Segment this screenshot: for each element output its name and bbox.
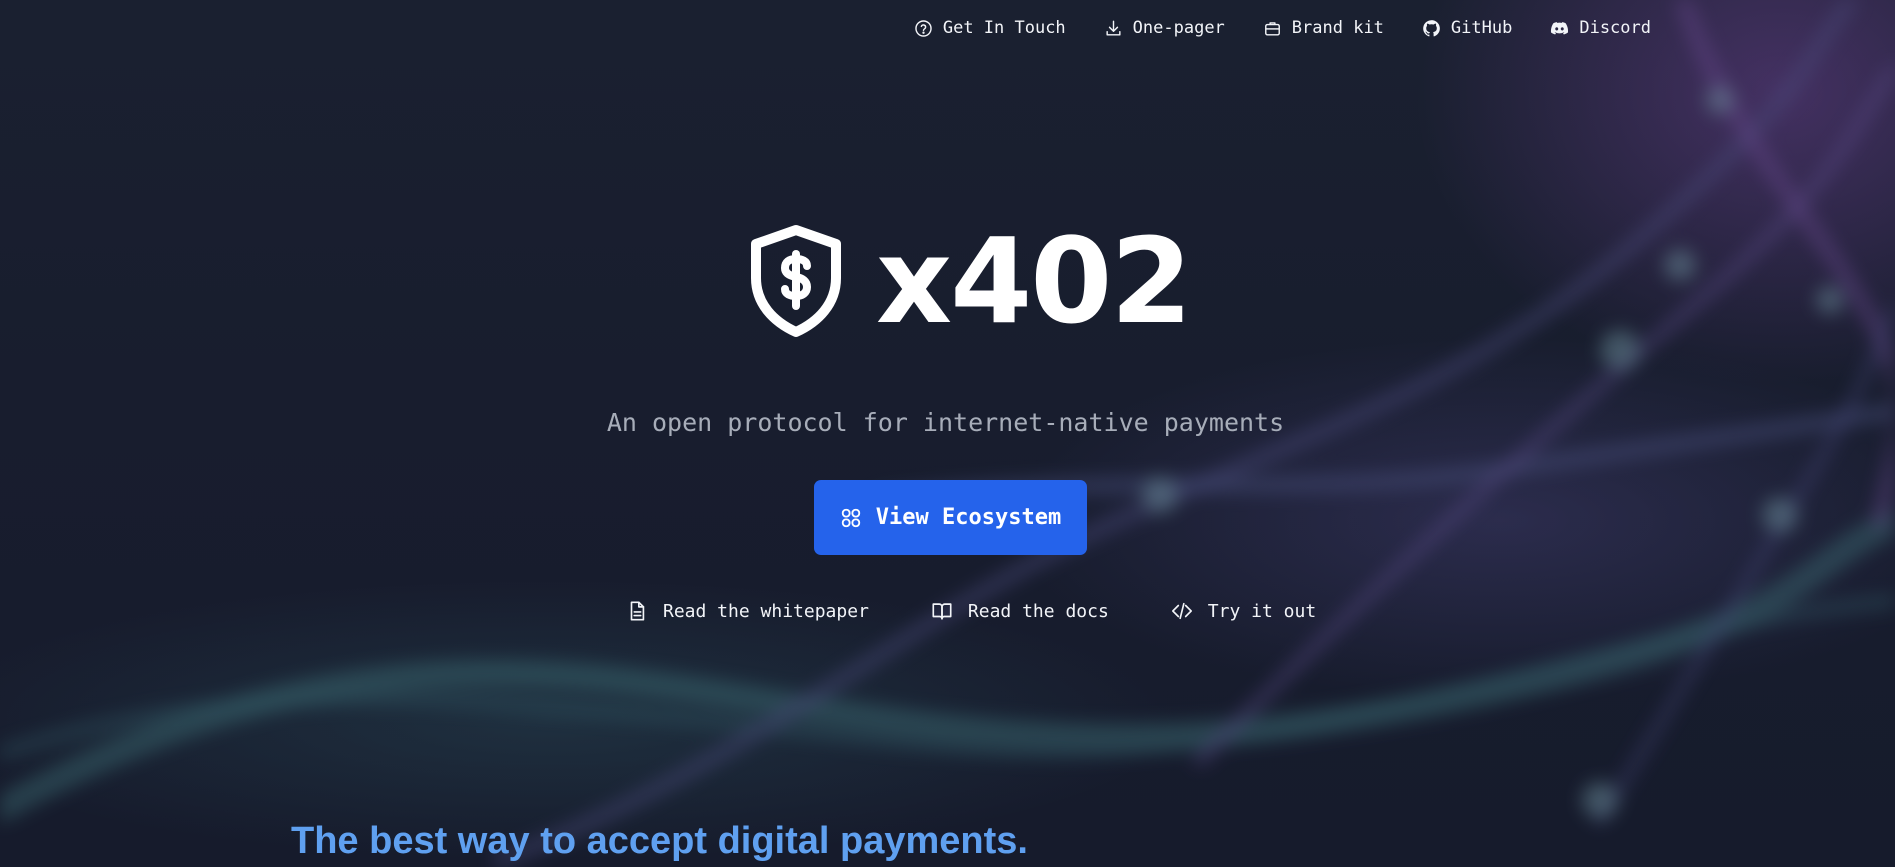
try-it-out-link[interactable]: Try it out [1171, 600, 1316, 622]
nav-one-pager[interactable]: One-pager [1104, 18, 1225, 38]
document-icon [630, 601, 645, 621]
download-icon [1106, 20, 1121, 36]
read-docs-label: Read the docs [967, 600, 1109, 622]
nav-label: One-pager [1132, 18, 1225, 38]
book-open-icon [932, 603, 952, 620]
briefcase-icon [1264, 21, 1280, 36]
github-icon [1423, 19, 1440, 36]
grid-icon [841, 508, 860, 527]
secondary-links: Read the whitepaper Read the docs Try it… [626, 600, 1316, 622]
nav-label: Brand kit [1291, 18, 1384, 38]
nav-label: Discord [1579, 18, 1651, 38]
logo-text: x402 [876, 212, 1192, 350]
nav-label: Get In Touch [942, 18, 1066, 38]
shield-dollar-icon [751, 225, 841, 337]
read-whitepaper-label: Read the whitepaper [663, 600, 869, 622]
section-heading: The best way to accept digital payments. [291, 820, 1028, 862]
page: Get In Touch One-pager Brand kit GitHub [0, 0, 1895, 867]
try-it-out-label: Try it out [1207, 600, 1317, 622]
nav-get-in-touch[interactable]: Get In Touch [914, 18, 1066, 38]
discord-icon [1551, 21, 1569, 35]
code-icon [1171, 602, 1192, 620]
nav-github[interactable]: GitHub [1422, 18, 1512, 38]
view-ecosystem-button[interactable]: View Ecosystem [814, 480, 1087, 555]
help-circle-icon [915, 19, 932, 37]
tagline: An open protocol for internet-native pay… [606, 408, 1285, 437]
read-whitepaper-link[interactable]: Read the whitepaper [626, 600, 869, 622]
top-nav: Get In Touch One-pager Brand kit GitHub [914, 18, 1651, 38]
logo: x402 [750, 212, 1192, 350]
nav-brand-kit[interactable]: Brand kit [1263, 18, 1384, 38]
read-docs-link[interactable]: Read the docs [931, 600, 1109, 622]
nav-label: GitHub [1450, 18, 1513, 38]
view-ecosystem-label: View Ecosystem [875, 505, 1062, 530]
nav-discord[interactable]: Discord [1550, 18, 1651, 38]
